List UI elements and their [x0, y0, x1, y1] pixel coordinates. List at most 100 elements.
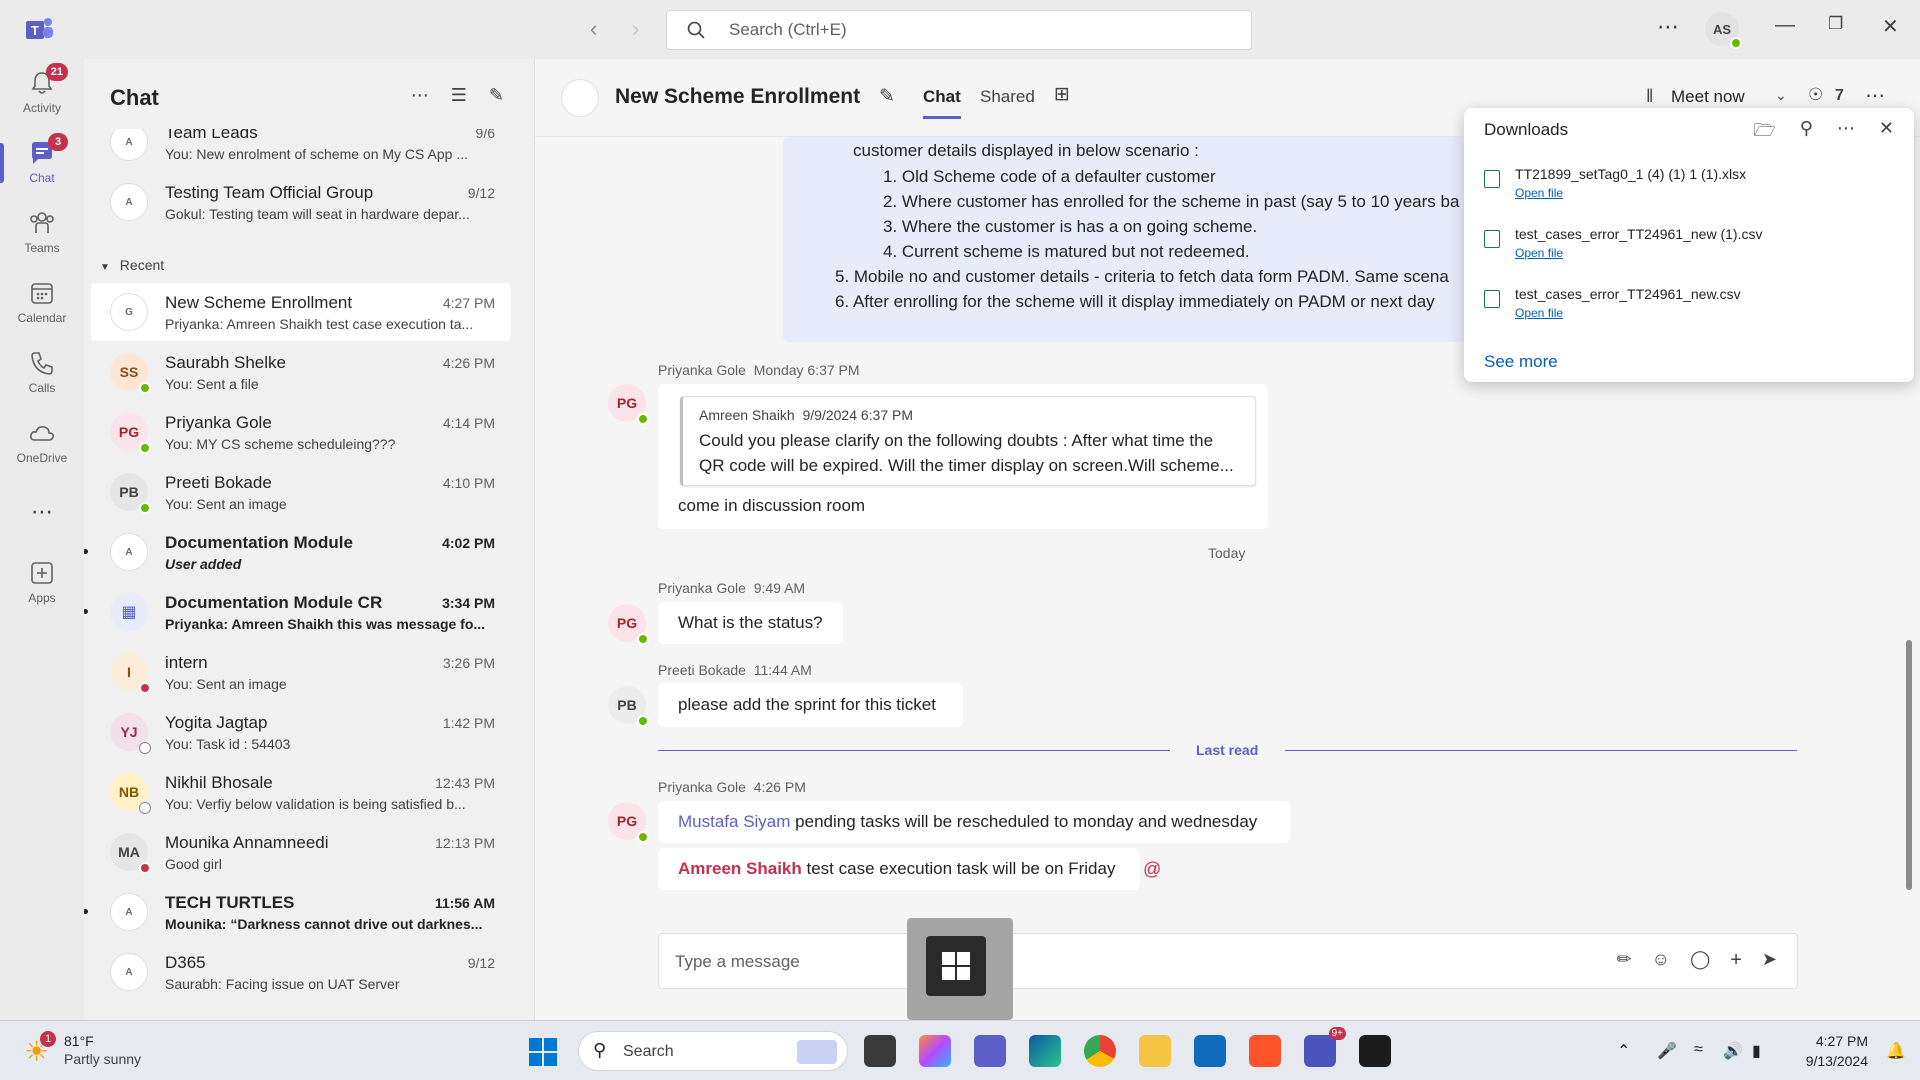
quoted-message[interactable]: Amreen Shaikh 9/9/2024 6:37 PM Could you…: [680, 396, 1256, 486]
message-composer[interactable]: Type a message ✏ ☺ ◯ + ➤: [658, 933, 1798, 989]
list-item[interactable]: A D365 9/12 Saurabh: Facing issue on UAT…: [91, 943, 511, 1001]
message-bubble[interactable]: What is the status?: [658, 602, 843, 644]
message-bubble[interactable]: Amreen Shaikh test case execution task w…: [658, 848, 1140, 890]
see-more-link[interactable]: See more: [1484, 352, 1558, 372]
mention[interactable]: Mustafa Siyam: [678, 812, 790, 831]
chrome-icon[interactable]: [1084, 1035, 1116, 1067]
new-chat-icon[interactable]: ✎: [489, 85, 504, 106]
more-options-icon[interactable]: ⋯: [411, 85, 429, 106]
chevron-down-icon[interactable]: ⌄: [1775, 87, 1787, 104]
conversation-scrollbar[interactable]: [1906, 640, 1912, 890]
close-icon[interactable]: ✕: [1879, 118, 1894, 148]
list-item[interactable]: A Testing Team Official Group 9/12 Gokul…: [91, 173, 511, 231]
message-bubble[interactable]: Amreen Shaikh 9/9/2024 6:37 PM Could you…: [658, 384, 1268, 529]
notifications-icon[interactable]: 🔔: [1886, 1041, 1906, 1061]
open-file-link[interactable]: Open file: [1515, 186, 1563, 200]
avatar[interactable]: PB: [608, 686, 649, 727]
section-recent[interactable]: ▼ Recent: [100, 257, 164, 273]
list-item[interactable]: A Team Leads 9/6 You: New enrolment of s…: [91, 129, 511, 171]
battery-icon[interactable]: ▮: [1752, 1041, 1761, 1061]
participant-count[interactable]: 7: [1835, 87, 1844, 105]
taskbar-search[interactable]: ⚲ Search: [578, 1031, 848, 1071]
list-item[interactable]: MA Mounika Annamneedi 12:13 PM Good girl: [91, 823, 511, 881]
list-item[interactable]: A TECH TURTLES 11:56 AM Mounika: “Darkne…: [84, 883, 511, 941]
open-file-link[interactable]: Open file: [1515, 246, 1563, 260]
add-tab-icon[interactable]: ⊞: [1054, 83, 1070, 106]
emoji-icon[interactable]: ☺: [1652, 949, 1670, 972]
mention[interactable]: Amreen Shaikh: [678, 859, 802, 878]
edit-title-icon[interactable]: ✎: [879, 85, 895, 108]
list-item[interactable]: PB Preeti Bokade 4:10 PM You: Sent an im…: [91, 463, 511, 521]
people-icon: ☉: [1808, 85, 1824, 104]
folder-icon[interactable]: 🗁: [1753, 118, 1775, 148]
rail-activity[interactable]: 21 Activity: [0, 63, 84, 115]
list-item[interactable]: PG Priyanka Gole 4:14 PM You: MY CS sche…: [91, 403, 511, 461]
format-icon[interactable]: ✏: [1617, 949, 1632, 972]
search-input[interactable]: Search (Ctrl+E): [666, 10, 1252, 50]
avatar[interactable]: PG: [608, 802, 649, 843]
rail-onedrive[interactable]: OneDrive: [0, 419, 84, 465]
avatar[interactable]: PG: [608, 384, 649, 425]
chat-list-scroll[interactable]: A Team Leads 9/6 You: New enrolment of s…: [84, 129, 534, 1020]
meet-now-button[interactable]: Meet now: [1671, 87, 1745, 107]
list-item[interactable]: I intern 3:26 PM You: Sent an image: [91, 643, 511, 701]
list-item[interactable]: YJ Yogita Jagtap 1:42 PM You: Task id : …: [91, 703, 511, 761]
open-file-link[interactable]: Open file: [1515, 306, 1563, 320]
send-icon[interactable]: ➤: [1762, 949, 1777, 972]
plus-icon[interactable]: +: [1730, 949, 1742, 972]
start-icon[interactable]: [529, 1038, 557, 1069]
recorder-icon[interactable]: [1359, 1035, 1391, 1067]
avatar[interactable]: PG: [608, 604, 649, 645]
edge-icon[interactable]: [1029, 1035, 1061, 1067]
restore-icon[interactable]: ❐: [1828, 14, 1843, 34]
microphone-icon[interactable]: 🎤: [1657, 1041, 1677, 1061]
search-icon[interactable]: ⚲: [1800, 118, 1813, 148]
more-options-icon[interactable]: ⋯: [1865, 83, 1885, 108]
more-options-icon[interactable]: ⋯: [1837, 118, 1855, 148]
back-arrow-icon[interactable]: ‹: [590, 16, 597, 42]
own-message-bubble[interactable]: customer details displayed in below scen…: [783, 137, 1501, 342]
list-item[interactable]: ▦ Documentation Module CR 3:34 PM Priyan…: [84, 583, 511, 641]
rail-calls[interactable]: Calls: [0, 349, 84, 395]
last-read-line: [658, 750, 1170, 751]
downloads-flyout: Downloads 🗁 ⚲ ⋯ ✕ TT21899_setTag0_1 (4) …: [1464, 108, 1914, 382]
brave-icon[interactable]: [1249, 1035, 1281, 1067]
rail-more[interactable]: ⋯: [0, 499, 84, 525]
user-avatar[interactable]: AS: [1705, 12, 1742, 49]
more-options-icon[interactable]: ⋯: [1657, 14, 1680, 40]
minimize-icon[interactable]: —: [1775, 14, 1795, 37]
wifi-icon[interactable]: ≈: [1694, 1041, 1703, 1059]
weather-widget[interactable]: ☀ 1 81°F Partly sunny: [22, 1031, 182, 1071]
tab-chat[interactable]: Chat: [923, 87, 961, 119]
list-item[interactable]: A Documentation Module 4:02 PM User adde…: [84, 523, 511, 581]
rail-apps[interactable]: Apps: [0, 559, 84, 605]
message-bubble[interactable]: Mustafa Siyam pending tasks will be resc…: [658, 801, 1290, 843]
message-bubble[interactable]: please add the sprint for this ticket: [658, 683, 963, 727]
avatar: A: [110, 533, 148, 571]
copilot-icon[interactable]: [919, 1035, 951, 1067]
list-item[interactable]: NB Nikhil Bhosale 12:43 PM You: Verfiy b…: [91, 763, 511, 821]
loop-icon[interactable]: ◯: [1690, 949, 1710, 972]
meet-now-icon: ‖: [1646, 86, 1654, 106]
rail-calendar[interactable]: Calendar: [0, 279, 84, 325]
volume-icon[interactable]: 🔊: [1723, 1041, 1743, 1061]
csv-file-icon: [1484, 230, 1500, 248]
rail-chat[interactable]: 3 Chat: [0, 133, 84, 185]
close-icon[interactable]: ✕: [1882, 14, 1899, 39]
forward-arrow-icon[interactable]: ›: [632, 16, 639, 42]
windows-key-overlay: [907, 918, 1013, 1020]
list-item[interactable]: G New Scheme Enrollment 4:27 PM Priyanka…: [91, 283, 511, 341]
file-explorer-icon[interactable]: [1139, 1035, 1171, 1067]
task-view-icon[interactable]: [864, 1035, 896, 1067]
tab-shared[interactable]: Shared: [980, 87, 1035, 107]
weather-badge: 1: [40, 1031, 56, 1047]
rail-teams[interactable]: Teams: [0, 209, 84, 255]
teams-taskbar-icon[interactable]: [974, 1035, 1006, 1067]
clock[interactable]: 4:27 PM 9/13/2024: [1788, 1031, 1868, 1071]
cloud-icon: [28, 419, 56, 447]
outlook-icon[interactable]: [1194, 1035, 1226, 1067]
teams-active-icon[interactable]: 9+: [1304, 1027, 1346, 1067]
filter-icon[interactable]: ☰: [451, 85, 467, 106]
show-hidden-icons[interactable]: ⌃: [1617, 1041, 1630, 1061]
list-item[interactable]: SS Saurabh Shelke 4:26 PM You: Sent a fi…: [91, 343, 511, 401]
